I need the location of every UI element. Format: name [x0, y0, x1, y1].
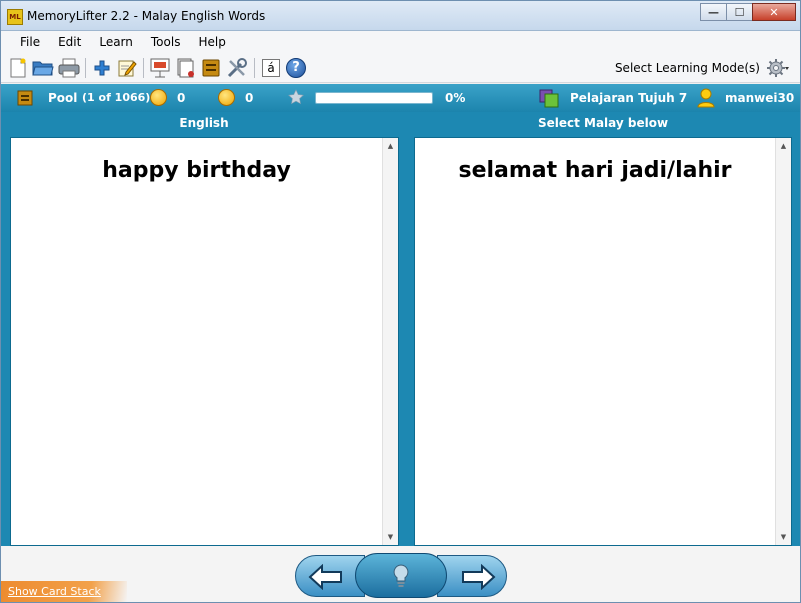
wrong-count: 0 [245, 91, 254, 105]
dictionary-icon[interactable] [200, 57, 222, 79]
user-name: manwei30 [725, 91, 795, 105]
close-button[interactable]: ✕ [752, 3, 796, 21]
scroll-down-arrow-icon[interactable]: ▼ [383, 530, 398, 544]
help-icon[interactable]: ? [285, 57, 307, 79]
menu-bar: File Edit Learn Tools Help [1, 31, 800, 53]
menu-file[interactable]: File [11, 35, 49, 49]
new-document-icon[interactable] [7, 57, 29, 79]
menu-help[interactable]: Help [189, 35, 234, 49]
print-icon[interactable] [58, 57, 80, 79]
edit-icon[interactable] [116, 57, 138, 79]
help-glyph: ? [286, 58, 306, 78]
settings-tools-icon[interactable] [226, 57, 248, 79]
add-card-icon[interactable] [91, 57, 113, 79]
app-logo-icon: ML [7, 9, 23, 25]
maximize-button[interactable]: ☐ [726, 3, 753, 21]
learning-mode-label[interactable]: Select Learning Mode(s) [615, 61, 760, 75]
correct-smiley-icon [150, 89, 167, 106]
pool-label: Pool [48, 91, 78, 105]
chapter-name: Pelajaran Tujuh 7 [570, 91, 688, 105]
toolbar-separator [143, 58, 144, 78]
question-scrollbar[interactable]: ▲ ▼ [382, 138, 398, 545]
progress-bar [315, 92, 433, 104]
answer-panel: selamat hari jadi/lahir ▲ ▼ [414, 137, 792, 546]
menu-learn[interactable]: Learn [90, 35, 142, 49]
special-character-glyph: á [262, 59, 280, 77]
answer-scrollbar[interactable]: ▲ ▼ [775, 138, 791, 545]
arrow-left-icon [308, 564, 342, 590]
open-folder-icon[interactable] [32, 57, 54, 79]
show-card-stack-tab[interactable]: Show Card Stack [1, 581, 127, 602]
special-character-icon[interactable]: á [260, 57, 282, 79]
wrong-smiley-icon [218, 89, 235, 106]
presentation-icon[interactable] [149, 57, 171, 79]
question-panel: happy birthday ▲ ▼ [10, 137, 399, 546]
bottom-bar: Show Card Stack [1, 546, 800, 602]
pool-icon [17, 90, 33, 109]
minimize-button[interactable]: — [700, 3, 727, 21]
window-title: MemoryLifter 2.2 - Malay English Words [27, 9, 266, 23]
stats-bar: Pool (1 of 1066) 0 0 0% Pelajaran Tujuh … [1, 84, 800, 112]
progress-percent: 0% [445, 91, 466, 105]
app-window: ML MemoryLifter 2.2 - Malay English Word… [0, 0, 801, 603]
toolbar: á ? Select Learning Mode(s) [1, 53, 800, 83]
answer-text: selamat hari jadi/lahir [458, 158, 732, 183]
chapter-icon [539, 88, 559, 111]
question-text: happy birthday [102, 158, 291, 183]
learning-mode-gear-icon[interactable] [766, 57, 790, 79]
scroll-up-arrow-icon[interactable]: ▲ [383, 139, 398, 153]
show-card-stack-link[interactable]: Show Card Stack [8, 585, 101, 598]
answer-column-header: Select Malay below [537, 116, 669, 130]
window-controls: — ☐ ✕ [700, 3, 796, 21]
star-icon [288, 89, 304, 108]
user-icon [697, 88, 715, 111]
menu-edit[interactable]: Edit [49, 35, 90, 49]
arrow-right-icon [462, 564, 496, 590]
correct-count: 0 [177, 91, 186, 105]
title-bar: ML MemoryLifter 2.2 - Malay English Word… [1, 1, 800, 31]
card-area: English Select Malay below happy birthda… [1, 112, 800, 546]
scroll-up-arrow-icon[interactable]: ▲ [776, 139, 791, 153]
toolbar-separator [254, 58, 255, 78]
question-column-header: English [179, 116, 229, 130]
scroll-down-arrow-icon[interactable]: ▼ [776, 530, 791, 544]
toolbar-separator [85, 58, 86, 78]
hint-button[interactable] [355, 553, 447, 598]
pool-count: (1 of 1066) [82, 91, 151, 104]
lightbulb-icon [393, 563, 409, 587]
next-button[interactable] [437, 555, 507, 597]
card-stack-icon[interactable] [174, 57, 196, 79]
menu-tools[interactable]: Tools [142, 35, 190, 49]
